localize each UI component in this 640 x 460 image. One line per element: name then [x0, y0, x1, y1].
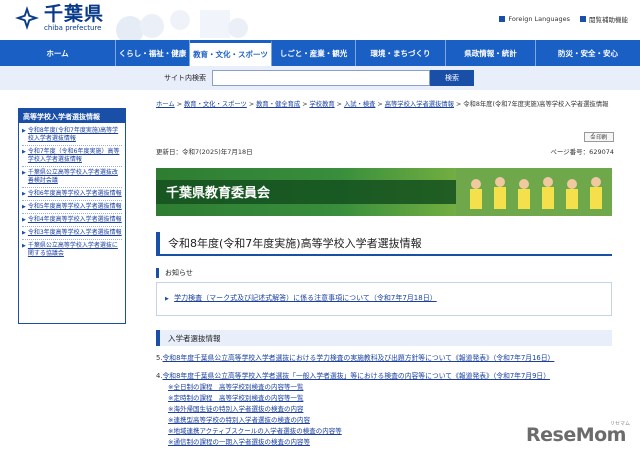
triangle-bullet-icon: ▶ [22, 217, 26, 223]
search-input[interactable] [212, 70, 430, 86]
triangle-bullet-icon: ▶ [22, 191, 26, 197]
sidebar-title: 高等学校入学者選抜情報 [19, 109, 125, 123]
sidebar-item[interactable]: ▶ 千葉県公立高等学校入学者選抜に関する協議会 [22, 240, 122, 260]
site-header: 千葉県 chiba prefecture Foreign Languages 閲… [0, 0, 640, 40]
sidebar-item[interactable]: ▶ 令和8年度(令和7年度実施)高等学校入学者選抜情報 [22, 125, 122, 146]
triangle-bullet-icon: ▶ [22, 128, 26, 134]
watermark-text: ReseMom [526, 424, 626, 446]
sidebar-item[interactable]: ▶ 令和5年度高等学校入学者選抜情報 [22, 201, 122, 214]
students-photo [456, 168, 612, 216]
sub-link[interactable]: ※地域連携アクティブスクールの入学者選抜の検査の内容等 [168, 427, 342, 435]
banner-title: 千葉県教育委員会 [166, 186, 271, 201]
sub-item: ※定時制の課程 高等学校別検査の内容等一覧 [168, 394, 303, 403]
triangle-bullet-icon: ▶ [22, 170, 26, 176]
global-nav: ホーム くらし・福祉・健康 教育・文化・スポーツ しごと・産業・観光 環境・まち… [0, 40, 640, 66]
logo-subtitle: chiba prefecture [44, 24, 102, 32]
sidebar-item[interactable]: ▶ 令和6年度高等学校入学者選抜情報 [22, 188, 122, 201]
notice-section: お知らせ ▶ 学力検査（マーク式及び記述式解答）に係る注意事項について（令和7年… [156, 268, 612, 316]
breadcrumb-link[interactable]: 教育・文化・スポーツ [184, 101, 247, 108]
breadcrumb-link[interactable]: ホーム [156, 101, 175, 108]
accessibility-link[interactable]: 閲覧補助機能 [580, 14, 628, 24]
site-logo[interactable]: 千葉県 chiba prefecture [14, 4, 104, 32]
sidebar-item[interactable]: ▶ 令和4年度高等学校入学者選抜情報 [22, 214, 122, 227]
section-heading: 入学者選抜情報 [156, 330, 612, 346]
breadcrumb-link[interactable]: 学校教育 [309, 101, 334, 108]
triangle-bullet-icon: ▶ [22, 149, 26, 155]
notice-body: ▶ 学力検査（マーク式及び記述式解答）に係る注意事項について（令和7年7月18日… [156, 282, 612, 316]
sub-item: ※地域連携アクティブスクールの入学者選抜の検査の内容等 [168, 427, 342, 436]
notice-heading: お知らせ [156, 268, 612, 278]
nav-education[interactable]: 教育・文化・スポーツ [190, 40, 272, 66]
search-bar: サイト内検索 検索 [0, 66, 640, 90]
sub-item: ※通信制の課程の一期入学者選抜の検査の内容等 [168, 438, 310, 447]
sidebar: 高等学校入学者選抜情報 ▶ 令和8年度(令和7年度実施)高等学校入学者選抜情報 ▶… [18, 108, 126, 324]
triangle-bullet-icon: ▶ [22, 243, 26, 249]
nav-life[interactable]: くらし・福祉・健康 [116, 40, 190, 66]
sub-item: ※全日制の課程 高等学校別検査の内容等一覧 [168, 383, 303, 392]
notice-link[interactable]: 学力検査（マーク式及び記述式解答）に係る注意事項について（令和7年7月18日） [174, 294, 437, 302]
triangle-bullet-icon: ▶ [22, 204, 26, 210]
entry-link[interactable]: 令和8年度千葉県公立高等学校入学者選抜における学力検査の実施教科及び出題方針等に… [163, 354, 555, 362]
sidebar-item[interactable]: ▶ 令和7年度（令和6年度実施）高等学校入学者選抜情報 [22, 146, 122, 167]
sub-link[interactable]: ※海外帰国生徒の特別入学者選抜の検査の内容 [168, 405, 303, 413]
sidebar-item[interactable]: ▶ 千葉県公立高等学校入学者選抜改善検討会議 [22, 167, 122, 188]
updated-date: 更新日：令和7(2025)年7月18日 [156, 148, 253, 156]
main-content: ホーム > 教育・文化・スポーツ > 教育・健全育成 > 学校教育 > 入試・検… [156, 100, 618, 446]
logo-title: 千葉県 [44, 3, 105, 25]
print-button[interactable]: ⎙ 印刷 [584, 132, 614, 142]
sub-link[interactable]: ※全日制の課程 高等学校別検査の内容等一覧 [168, 383, 303, 391]
nav-work[interactable]: しごと・産業・観光 [272, 40, 356, 66]
nav-environment[interactable]: 環境・まちづくり [356, 40, 446, 66]
square-bullet-icon [499, 16, 506, 22]
page-title: 令和8年度(令和7年度実施)高等学校入学者選抜情報 [156, 232, 612, 256]
sidebar-item[interactable]: ▶ 令和3年度高等学校入学者選抜情報 [22, 227, 122, 240]
sub-link[interactable]: ※連携型高等学校の特別入学者選抜の検査の内容 [168, 416, 310, 424]
nav-home[interactable]: ホーム [0, 40, 116, 66]
page-meta: 更新日：令和7(2025)年7月18日 ページ番号：629074 [156, 146, 614, 156]
breadcrumb-link[interactable]: 入試・検査 [344, 101, 375, 108]
resemom-watermark: リセマム ReseMom [526, 420, 634, 454]
printer-icon: ⎙ [590, 133, 596, 140]
search-button[interactable]: 検索 [430, 70, 474, 86]
sub-link[interactable]: ※通信制の課程の一期入学者選抜の検査の内容等 [168, 438, 310, 446]
square-bullet-icon [580, 16, 586, 22]
entry-item: 4.令和8年度千葉県公立高等学校入学者選抜「一般入学者選抜」等における検査の内容… [156, 372, 618, 381]
nav-safety[interactable]: 防災・安全・安心 [536, 40, 640, 66]
sub-item: ※海外帰国生徒の特別入学者選抜の検査の内容 [168, 405, 303, 414]
banner: 千葉県教育委員会 [156, 168, 612, 216]
chiba-emblem-icon [15, 6, 39, 30]
header-links: Foreign Languages 閲覧補助機能 [499, 14, 628, 24]
sub-link[interactable]: ※定時制の課程 高等学校別検査の内容等一覧 [168, 394, 303, 402]
triangle-bullet-icon: ▶ [165, 296, 169, 302]
breadcrumb-link[interactable]: 教育・健全育成 [256, 101, 300, 108]
breadcrumb-current: 令和8年度(令和7年度実施)高等学校入学者選抜情報 [463, 101, 609, 108]
entry-link[interactable]: 令和8年度千葉県公立高等学校入学者選抜「一般入学者選抜」等における検査の内容等に… [163, 372, 551, 380]
foreign-languages-link[interactable]: Foreign Languages [499, 14, 570, 24]
page-number: ページ番号：629074 [550, 148, 614, 156]
breadcrumb: ホーム > 教育・文化・スポーツ > 教育・健全育成 > 学校教育 > 入試・検… [156, 101, 609, 108]
nav-prefectural-info[interactable]: 県政情報・統計 [446, 40, 536, 66]
sub-item: ※連携型高等学校の特別入学者選抜の検査の内容 [168, 416, 310, 425]
entry-item: 5.令和8年度千葉県公立高等学校入学者選抜における学力検査の実施教科及び出題方針… [156, 354, 618, 363]
triangle-bullet-icon: ▶ [22, 230, 26, 236]
header-decoration-icon [116, 10, 248, 40]
breadcrumb-link[interactable]: 高等学校入学者選抜情報 [385, 101, 454, 108]
search-label: サイト内検索 [164, 74, 206, 82]
